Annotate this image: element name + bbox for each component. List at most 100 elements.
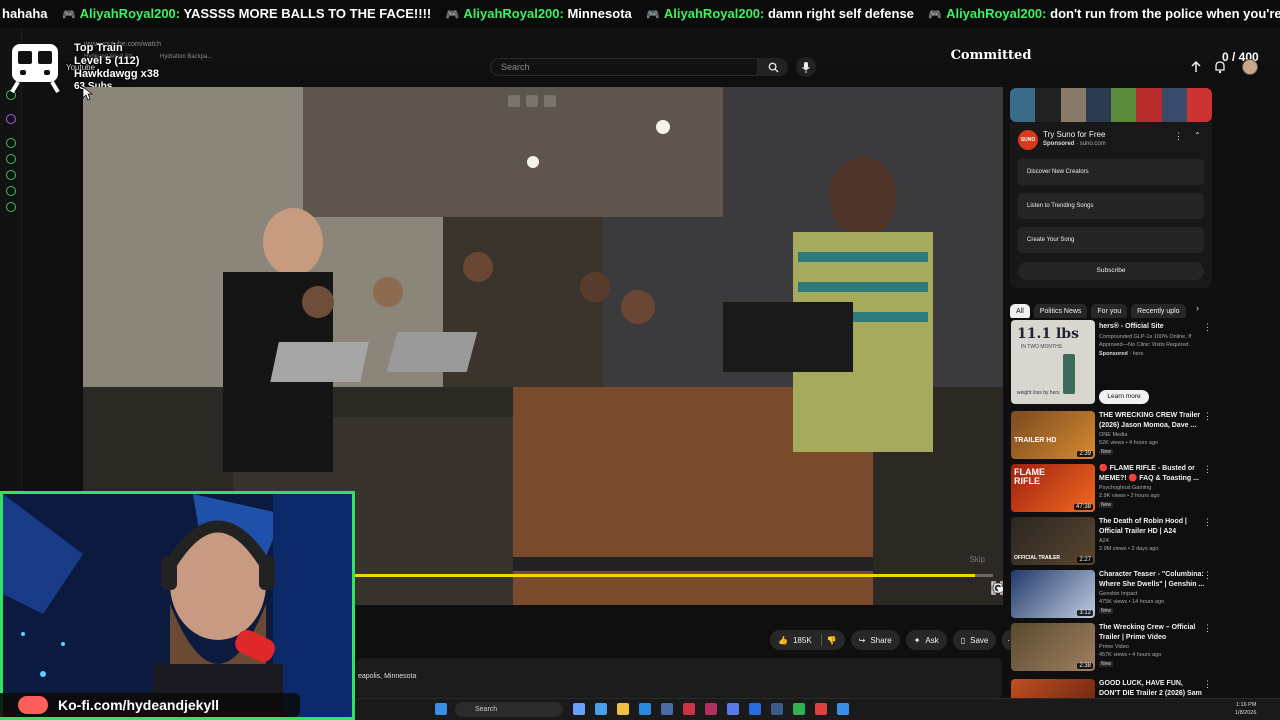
taskbar-app-icon[interactable] xyxy=(573,703,585,715)
video-thumbnail[interactable]: TRAILER HD 2:39 xyxy=(1011,411,1095,459)
share-button[interactable]: ↪ Share xyxy=(850,630,900,650)
channel-name[interactable]: A24 xyxy=(1099,538,1109,544)
ad-thumbnail[interactable]: 11.1 lbs IN TWO MONTHS weight loss by he… xyxy=(1011,320,1095,404)
hers-ad[interactable]: 11.1 lbs IN TWO MONTHS weight loss by he… xyxy=(1010,320,1216,408)
train-leader: Hawkdawgg x38 xyxy=(74,68,159,80)
twitch-icon[interactable] xyxy=(6,114,16,124)
thumbs-down-icon[interactable]: 👎 xyxy=(827,636,837,645)
channel-name[interactable]: ONE Media xyxy=(1099,432,1127,438)
more-options-icon[interactable]: ⋮ xyxy=(1203,411,1212,422)
chevron-right-icon[interactable]: › xyxy=(1196,303,1199,313)
trending-songs-button[interactable]: Listen to Trending Songs xyxy=(1018,193,1204,219)
webcam-overlay xyxy=(0,491,355,720)
more-options-icon[interactable]: ⋮ xyxy=(1203,623,1212,634)
taskbar-app-icon[interactable] xyxy=(727,703,739,715)
description-box[interactable]: eapolis, Minnesota xyxy=(356,658,1002,698)
recommendation-item[interactable]: OFFICIAL TRAILER 2:27 The Death of Robin… xyxy=(1010,517,1216,567)
clock[interactable]: 1:16 PM 1/8/2026 xyxy=(1235,701,1256,717)
taskbar-app-icon[interactable] xyxy=(683,703,695,715)
more-options-icon[interactable]: ⋮ xyxy=(1203,322,1212,333)
folder-icon[interactable] xyxy=(617,703,629,715)
miniplayer-icon[interactable] xyxy=(508,95,520,107)
taskbar-search[interactable]: Search xyxy=(455,702,563,717)
sidebar-app-icon[interactable] xyxy=(6,138,16,148)
video-thumbnail[interactable]: 2:38 xyxy=(1011,623,1095,671)
learn-more-button[interactable]: Learn more xyxy=(1099,390,1149,404)
more-options-icon[interactable]: ⋮ xyxy=(1174,131,1183,142)
chip-all[interactable]: All xyxy=(1010,304,1030,318)
create-song-button[interactable]: Create Your Song xyxy=(1018,227,1204,253)
taskbar-app-icon[interactable] xyxy=(815,703,827,715)
video-thumbnail[interactable]: FLAME RIFLE 47:38 xyxy=(1011,464,1095,512)
sidebar-app-icon[interactable] xyxy=(6,202,16,212)
search-input[interactable]: Search xyxy=(490,58,758,76)
chip-recently-uploaded[interactable]: Recently uplo xyxy=(1131,304,1186,318)
next-icon[interactable] xyxy=(544,95,556,107)
ask-button[interactable]: ✦ Ask xyxy=(905,630,947,650)
notifications-icon[interactable] xyxy=(1213,60,1227,74)
video-title[interactable]: Character Teaser - "Columbina: Where She… xyxy=(1099,570,1205,589)
channel-name[interactable]: Prime Video xyxy=(1099,644,1129,650)
skip-button[interactable]: Skip xyxy=(969,555,985,564)
taskbar-app-icon[interactable] xyxy=(749,703,761,715)
overlay-controls xyxy=(508,95,556,107)
ticker-message: 🎮 AliyahRoyal200: don't run from the poli… xyxy=(928,6,1280,21)
chip-politics-news[interactable]: Politics News xyxy=(1033,304,1088,318)
sidebar-app-icon[interactable] xyxy=(6,170,16,180)
video-actions: 👍 185K 👎 ↪ Share ✦ Ask ▯ Save ⋯ xyxy=(770,630,1021,650)
recommendation-item[interactable]: GOOD LUCK, HAVE FUN, DON'T DIE Trailer 2… xyxy=(1010,679,1216,698)
upload-icon[interactable] xyxy=(1189,60,1203,74)
windows-start-icon[interactable] xyxy=(435,703,447,715)
video-title[interactable]: The Death of Robin Hood | Official Trail… xyxy=(1099,517,1205,536)
video-meta: 457K views • 4 hours ago xyxy=(1099,652,1162,658)
video-thumbnail[interactable] xyxy=(1011,679,1095,698)
channel-name[interactable]: Psychoghost Gaming xyxy=(1099,485,1151,491)
theater-icon[interactable] xyxy=(526,95,538,107)
taskbar-app-icon[interactable] xyxy=(837,703,849,715)
video-title[interactable]: The Wrecking Crew – Official Trailer | P… xyxy=(1099,623,1205,642)
sidebar-app-icon[interactable] xyxy=(6,186,16,196)
taskbar-app-icon[interactable] xyxy=(595,703,607,715)
taskbar-app-icon[interactable] xyxy=(705,703,717,715)
subscribe-button[interactable]: Subscribe xyxy=(1018,262,1204,280)
voice-search-button[interactable] xyxy=(796,57,816,77)
new-badge: New xyxy=(1099,661,1114,667)
avatar[interactable] xyxy=(1242,59,1258,75)
recommendation-item[interactable]: 3:12 Character Teaser - "Columbina: Wher… xyxy=(1010,570,1216,620)
chevron-up-icon[interactable]: ⌃ xyxy=(1194,131,1201,140)
like-count: 185K xyxy=(792,635,812,645)
fullscreen-icon[interactable] xyxy=(991,581,1003,595)
more-options-icon[interactable]: ⋮ xyxy=(1203,679,1212,690)
taskbar-app-icon[interactable] xyxy=(793,703,805,715)
sidebar-app-icon[interactable] xyxy=(6,154,16,164)
recommendation-item[interactable]: TRAILER HD 2:39 THE WRECKING CREW Traile… xyxy=(1010,411,1216,461)
thumbs-up-icon: 👍 xyxy=(778,635,788,645)
more-options-icon[interactable]: ⋮ xyxy=(1203,570,1212,581)
video-thumbnail[interactable]: OFFICIAL TRAILER 2:27 xyxy=(1011,517,1095,565)
chip-for-you[interactable]: For you xyxy=(1091,304,1128,318)
badge-icon: 🎮 xyxy=(646,9,660,21)
discover-creators-button[interactable]: Discover New Creators xyxy=(1018,159,1204,185)
edge-icon[interactable] xyxy=(639,703,651,715)
recommendation-item[interactable]: 2:38 The Wrecking Crew – Official Traile… xyxy=(1010,623,1216,673)
video-thumbnail[interactable]: 3:12 xyxy=(1011,570,1095,618)
ticker-message: 🎮 AliyahRoyal200: YASSSS MORE BALLS TO TH… xyxy=(61,6,432,21)
more-options-icon[interactable]: ⋮ xyxy=(1203,517,1212,528)
search-button[interactable] xyxy=(758,58,788,76)
taskbar-app-icon[interactable] xyxy=(661,703,673,715)
steam-icon[interactable] xyxy=(771,703,783,715)
browser-tab-strip[interactable] xyxy=(0,28,1280,38)
recommendation-item[interactable]: FLAME RIFLE 47:38 🔴 FLAME RIFLE - Busted… xyxy=(1010,464,1216,514)
video-title[interactable]: GOOD LUCK, HAVE FUN, DON'T DIE Trailer 2… xyxy=(1099,679,1205,698)
save-button[interactable]: ▯ Save xyxy=(952,630,997,650)
video-title[interactable]: THE WRECKING CREW Trailer (2026) Jason M… xyxy=(1099,411,1205,430)
address-bar[interactable]: www.youtube.com/watch xyxy=(0,38,1280,52)
suno-logo[interactable]: SUNO xyxy=(1018,130,1038,150)
video-title[interactable]: 🔴 FLAME RIFLE - Busted or MEME?! 🔴 FAQ &… xyxy=(1099,464,1205,483)
ad-title[interactable]: Try Suno for Free xyxy=(1043,130,1105,139)
more-options-icon[interactable]: ⋮ xyxy=(1203,464,1212,475)
like-button[interactable]: 👍 185K 👎 xyxy=(770,630,845,650)
ad-banner-image[interactable] xyxy=(1010,88,1212,122)
channel-name[interactable]: Genshin Impact xyxy=(1099,591,1138,597)
ad-sponsored: Sponsored · suno.com xyxy=(1043,141,1106,147)
